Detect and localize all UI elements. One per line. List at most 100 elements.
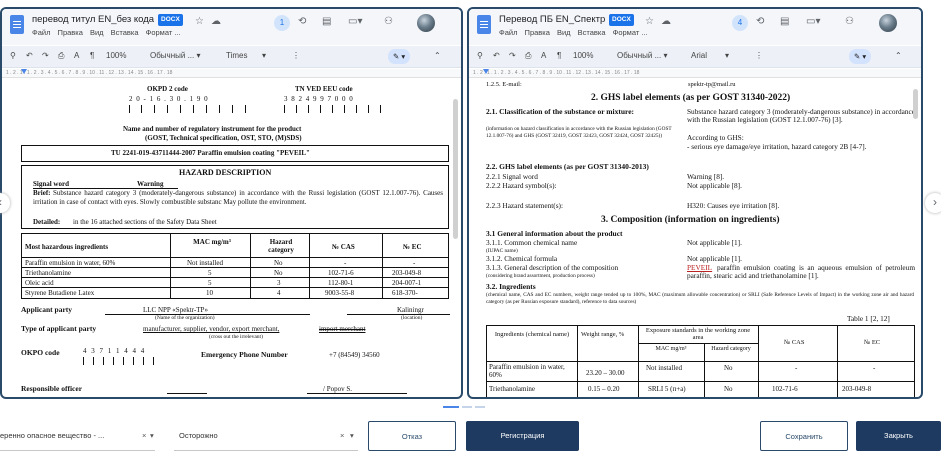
applicant-value: LLC NPP «Spektr-TP»: [143, 306, 208, 314]
paint-format-icon[interactable]: ¶: [557, 51, 561, 60]
table-cell: No: [724, 364, 733, 372]
hazard-category-select[interactable]: еренно опасное вещество - ... × ▾: [0, 421, 155, 451]
video-icon[interactable]: ▭▾: [348, 16, 362, 28]
document-page: OKPD 2 code 2 0 - 1 6 . 3 0 . 1 9 0 TN V…: [17, 81, 450, 397]
okpo-digits: 4 3 7 1 1 4 4 4: [83, 347, 146, 355]
table-cell: Paraffin emulsion in water, 60%: [25, 259, 116, 267]
formatting-toolbar: ⚲ ↶ ↷ ⎙ A ¶ 100% Обычный ... ▾ Arial ▾ ⋮…: [469, 46, 921, 68]
edit-mode-select[interactable]: ✎ ▾: [849, 49, 872, 64]
video-icon[interactable]: ▭▾: [806, 16, 820, 28]
cloud-icon[interactable]: ☁: [661, 16, 671, 28]
menu-edit[interactable]: Правка: [525, 28, 550, 37]
s313-value: paraffin emulsion coating is an aqueous …: [687, 263, 915, 281]
avatar[interactable]: [879, 14, 897, 32]
clear-icon[interactable]: ×: [142, 421, 146, 451]
save-button[interactable]: Сохранить: [760, 421, 848, 451]
spellcheck-icon[interactable]: A: [74, 51, 79, 60]
menu-file[interactable]: Файл: [499, 28, 517, 37]
chevron-down-icon[interactable]: ▾: [150, 421, 154, 451]
star-icon[interactable]: ☆: [195, 16, 204, 28]
paint-format-icon[interactable]: ¶: [90, 51, 94, 60]
chevron-down-icon[interactable]: ▾: [725, 51, 729, 60]
document-title[interactable]: Перевод ПБ EN_Спектр: [499, 14, 605, 25]
signal-word-select[interactable]: Осторожно × ▾: [174, 421, 358, 451]
zoom-select[interactable]: 100%: [573, 51, 593, 60]
menu-edit[interactable]: Правка: [58, 28, 83, 37]
scrollbar[interactable]: [453, 99, 458, 239]
zoom-select[interactable]: 100%: [106, 51, 126, 60]
doc-icon: [477, 15, 491, 34]
style-select[interactable]: Обычный ... ▾: [617, 51, 668, 60]
text-cursor-icon[interactable]: ⋮: [755, 51, 763, 60]
th-exposure: Exposure standards in the working zone a…: [645, 327, 751, 342]
share-icon[interactable]: ⚇: [384, 16, 393, 28]
text-cursor-icon[interactable]: ⋮: [292, 51, 300, 60]
menu-format[interactable]: Формат ...: [613, 28, 648, 37]
s223-label: 2.2.3 Hazard statement(s):: [486, 201, 563, 210]
print-icon[interactable]: ⎙: [525, 51, 531, 61]
edit-mode-select[interactable]: ✎ ▾: [388, 49, 411, 64]
docx-badge: DOCX: [609, 14, 634, 26]
collapse-icon[interactable]: ⌃: [895, 51, 902, 60]
register-button[interactable]: Регистрация: [466, 421, 579, 451]
star-icon[interactable]: ☆: [645, 16, 654, 28]
menu-insert[interactable]: Вставка: [111, 28, 139, 37]
page-dot[interactable]: [475, 406, 485, 408]
table-cell: Paraffin emulsion in water, 60%: [489, 363, 565, 380]
search-icon[interactable]: ⚲: [477, 51, 483, 60]
share-icon[interactable]: ⚇: [845, 16, 854, 28]
history-icon[interactable]: ⟲: [756, 16, 764, 28]
redo-icon[interactable]: ↷: [42, 51, 49, 60]
print-icon[interactable]: ⎙: [58, 51, 64, 61]
s32-note: (chemical name, CAS and EC numbers, weig…: [486, 292, 914, 305]
undo-icon[interactable]: ↶: [26, 51, 33, 60]
style-select[interactable]: Обычный ... ▾: [150, 51, 201, 60]
chevron-right-icon[interactable]: ›: [925, 193, 941, 213]
indent-marker[interactable]: [21, 69, 27, 74]
clear-icon[interactable]: ×: [340, 421, 344, 451]
search-icon[interactable]: ⚲: [10, 51, 16, 60]
table-cell: SRLI 5 (п+а): [648, 385, 686, 393]
scrollbar[interactable]: [913, 89, 918, 119]
document-title[interactable]: перевод титул EN_без кода: [32, 14, 154, 25]
comment-icon[interactable]: ▤: [322, 16, 331, 28]
menu-view[interactable]: Вид: [90, 28, 104, 37]
reject-button[interactable]: Отказ: [368, 421, 456, 451]
page-dot-active[interactable]: [443, 406, 459, 408]
comment-icon[interactable]: ▤: [780, 16, 789, 28]
th-hazard: Hazard category: [268, 238, 294, 255]
page-dot[interactable]: [462, 406, 472, 408]
applicant-location: Kaliningr: [397, 306, 424, 314]
chevron-down-icon[interactable]: ▾: [350, 421, 354, 451]
menu-view[interactable]: Вид: [557, 28, 571, 37]
redo-icon[interactable]: ↷: [509, 51, 516, 60]
emergency-label: Emergency Phone Number: [201, 350, 288, 359]
menu-file[interactable]: Файл: [32, 28, 50, 37]
table-cell: No: [274, 259, 283, 267]
indent-marker[interactable]: [483, 69, 489, 74]
table-cell: -: [344, 259, 347, 267]
email-label: 1.2.5. E-mail:: [486, 81, 522, 88]
collaborator-count[interactable]: 4: [732, 15, 748, 31]
history-icon[interactable]: ⟲: [298, 16, 306, 28]
menu-format[interactable]: Формат ...: [146, 28, 181, 37]
table-cell: -: [873, 364, 876, 372]
spellcheck-icon[interactable]: A: [541, 51, 546, 60]
table-cell: No: [724, 385, 733, 393]
document-page: 1.2.5. E-mail: spektr-tp@mail.ru 2. GHS …: [486, 81, 919, 397]
emergency-value: +7 (84549) 34560: [329, 351, 380, 359]
th-ingredients: Most hazardous ingredients: [25, 243, 109, 251]
close-button[interactable]: Закрыть: [856, 421, 941, 451]
s22-title: 2.2. GHS label elements (as per GOST 313…: [486, 162, 649, 171]
undo-icon[interactable]: ↶: [493, 51, 500, 60]
font-select[interactable]: Arial: [691, 51, 707, 60]
collapse-icon[interactable]: ⌃: [434, 51, 441, 60]
font-select[interactable]: Times: [226, 51, 247, 60]
avatar[interactable]: [417, 14, 435, 32]
chevron-down-icon[interactable]: ▾: [262, 51, 266, 60]
table-cell: Styrene Butadiene Latex: [25, 289, 95, 297]
menu-insert[interactable]: Вставка: [578, 28, 606, 37]
signal-word-value: Warning: [137, 180, 164, 188]
collaborator-count[interactable]: 1: [274, 15, 290, 31]
cloud-icon[interactable]: ☁: [211, 16, 221, 28]
